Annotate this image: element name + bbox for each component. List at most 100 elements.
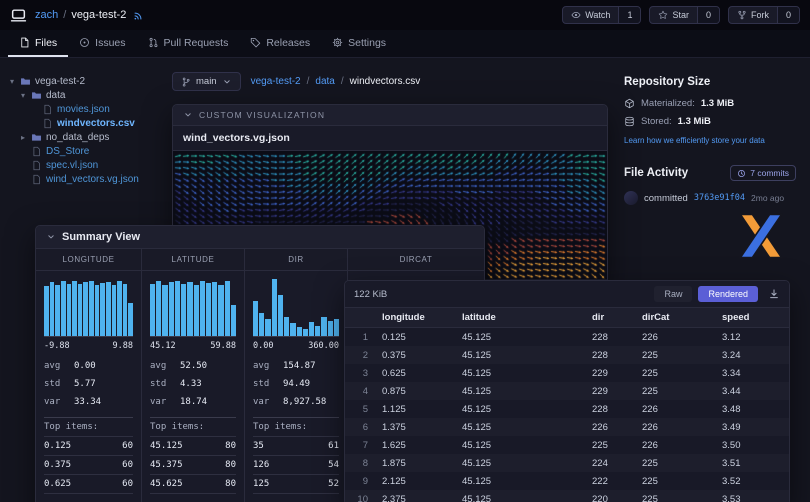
row-number: 1 (345, 328, 375, 347)
caret-down-icon[interactable]: ▾ (8, 77, 16, 86)
histogram-bar (297, 327, 302, 336)
row-number: 4 (345, 382, 375, 400)
top-item-value: 45.375 (150, 460, 183, 470)
tab-issues[interactable]: Issues (68, 30, 136, 57)
tab-label: Releases (266, 37, 310, 49)
summary-col-header-dir[interactable]: DIR (245, 249, 348, 271)
histogram-bar (321, 317, 326, 336)
histogram-bar (95, 285, 100, 336)
stat-value: 18.74 (180, 397, 207, 407)
table-cell: 226 (635, 328, 715, 347)
collapse-chevron-icon[interactable] (46, 232, 56, 242)
tree-item-ds-store[interactable]: DS_Store (8, 144, 172, 158)
table-cell: 220 (585, 490, 635, 502)
viz-panel-title: CUSTOM VISUALIZATION (199, 110, 325, 120)
tree-item-wind-vectors-vg-json[interactable]: wind_vectors.vg.json (8, 172, 172, 186)
histogram-bar (106, 282, 111, 336)
top-item-row: 12654 (253, 456, 339, 475)
col-header-dir[interactable]: dir (585, 308, 635, 328)
tab-settings[interactable]: Settings (321, 30, 397, 57)
top-items-label: Top items: (150, 417, 236, 437)
viz-panel-header[interactable]: CUSTOM VISUALIZATION (173, 105, 607, 126)
table-cell: 225 (635, 382, 715, 400)
table-cell: 3.34 (715, 364, 790, 382)
table-cell: 3.52 (715, 472, 790, 490)
table-row: 51.12545.1252282263.48 (345, 400, 790, 418)
collapse-chevron-icon[interactable] (183, 110, 193, 120)
summary-col-header-latitude[interactable]: LATITUDE (142, 249, 245, 271)
tree-item-label: windvectors.csv (57, 118, 135, 129)
stat-label: var (253, 397, 283, 407)
summary-col-header-dircat[interactable]: DIRCAT (348, 249, 484, 271)
main-stage: ▾vega-test-2▾datamovies.jsonwindvectors.… (0, 58, 810, 502)
col-header-longitude[interactable]: longitude (375, 308, 455, 328)
tree-item-data[interactable]: ▾data (8, 88, 172, 102)
tab-releases[interactable]: Releases (239, 30, 321, 57)
histogram-bar (67, 284, 72, 336)
top-items-label: Top items: (44, 417, 133, 437)
avatar[interactable] (624, 191, 638, 205)
tree-item-label: spec.vl.json (46, 160, 98, 171)
tree-item-vega-test-2[interactable]: ▾vega-test-2 (8, 74, 172, 88)
table-cell: 45.125 (455, 328, 585, 347)
histogram-bar (206, 283, 211, 336)
action-count[interactable]: 0 (697, 7, 719, 23)
histogram-bar (50, 282, 55, 336)
doc-icon (31, 160, 42, 171)
top-item-row: 3561 (253, 437, 339, 456)
user-link[interactable]: zach (35, 9, 58, 21)
table-cell: 222 (585, 472, 635, 490)
path-link[interactable]: data (315, 76, 334, 87)
star-button[interactable]: Star 0 (649, 6, 720, 24)
repo-size-title: Repository Size (624, 76, 796, 88)
histogram-bar (303, 329, 308, 336)
chevron-down-icon (222, 77, 232, 87)
action-count[interactable]: 0 (777, 7, 799, 23)
top-item-value: 0.125 (44, 441, 71, 451)
table-cell: 0.875 (375, 382, 455, 400)
path-link[interactable]: vega-test-2 (251, 76, 301, 87)
table-cell: 3.12 (715, 328, 790, 347)
tree-item-spec-vl-json[interactable]: spec.vl.json (8, 158, 172, 172)
caret-down-icon[interactable]: ▾ (19, 91, 27, 100)
materialized-row: Materialized: 1.3 MiB (624, 98, 796, 109)
tree-item-movies-json[interactable]: movies.json (8, 102, 172, 116)
tree-item-label: movies.json (57, 104, 110, 115)
path-separator: / (307, 76, 310, 87)
rendered-toggle-button[interactable]: Rendered (698, 286, 758, 302)
summary-panel-header[interactable]: Summary View (36, 226, 484, 249)
download-icon[interactable] (768, 288, 780, 300)
col-header-dircat[interactable]: dirCat (635, 308, 715, 328)
top-item-value: 126 (253, 460, 269, 470)
app-logo-icon[interactable] (10, 7, 27, 24)
tree-item-windvectors-csv[interactable]: windvectors.csv (8, 116, 172, 130)
row-number-header (345, 308, 375, 328)
histogram-bar (231, 305, 236, 336)
hist-min: 45.12 (150, 341, 176, 351)
action-label: Star (672, 10, 689, 20)
stat-label: var (44, 397, 74, 407)
table-cell: 228 (585, 346, 635, 364)
action-count[interactable]: 1 (618, 7, 640, 23)
tab-pull-requests[interactable]: Pull Requests (137, 30, 240, 57)
col-header-speed[interactable]: speed (715, 308, 790, 328)
stat-value: 0.00 (74, 361, 96, 371)
col-header-latitude[interactable]: latitude (455, 308, 585, 328)
table-cell: 226 (635, 436, 715, 454)
summary-col-header-longitude[interactable]: LONGITUDE (36, 249, 142, 271)
commit-hash-link[interactable]: 3763e91f04 (694, 193, 745, 203)
caret-right-icon[interactable]: ▸ (19, 133, 27, 142)
histogram-bar (259, 313, 264, 336)
commits-badge[interactable]: 7 commits (730, 165, 796, 181)
table-cell: 226 (635, 400, 715, 418)
histogram (253, 279, 339, 337)
stat-label: std (44, 379, 74, 389)
fork-button[interactable]: Fork0 (728, 6, 800, 24)
tree-item-no-data-deps[interactable]: ▸no_data_deps (8, 130, 172, 144)
tab-files[interactable]: Files (8, 30, 68, 57)
branch-selector[interactable]: main (172, 72, 241, 91)
raw-toggle-button[interactable]: Raw (654, 286, 692, 302)
watch-button[interactable]: Watch1 (562, 6, 641, 24)
top-item-value: 35 (253, 441, 264, 451)
storage-docs-link[interactable]: Learn how we efficiently store your data (624, 136, 796, 145)
